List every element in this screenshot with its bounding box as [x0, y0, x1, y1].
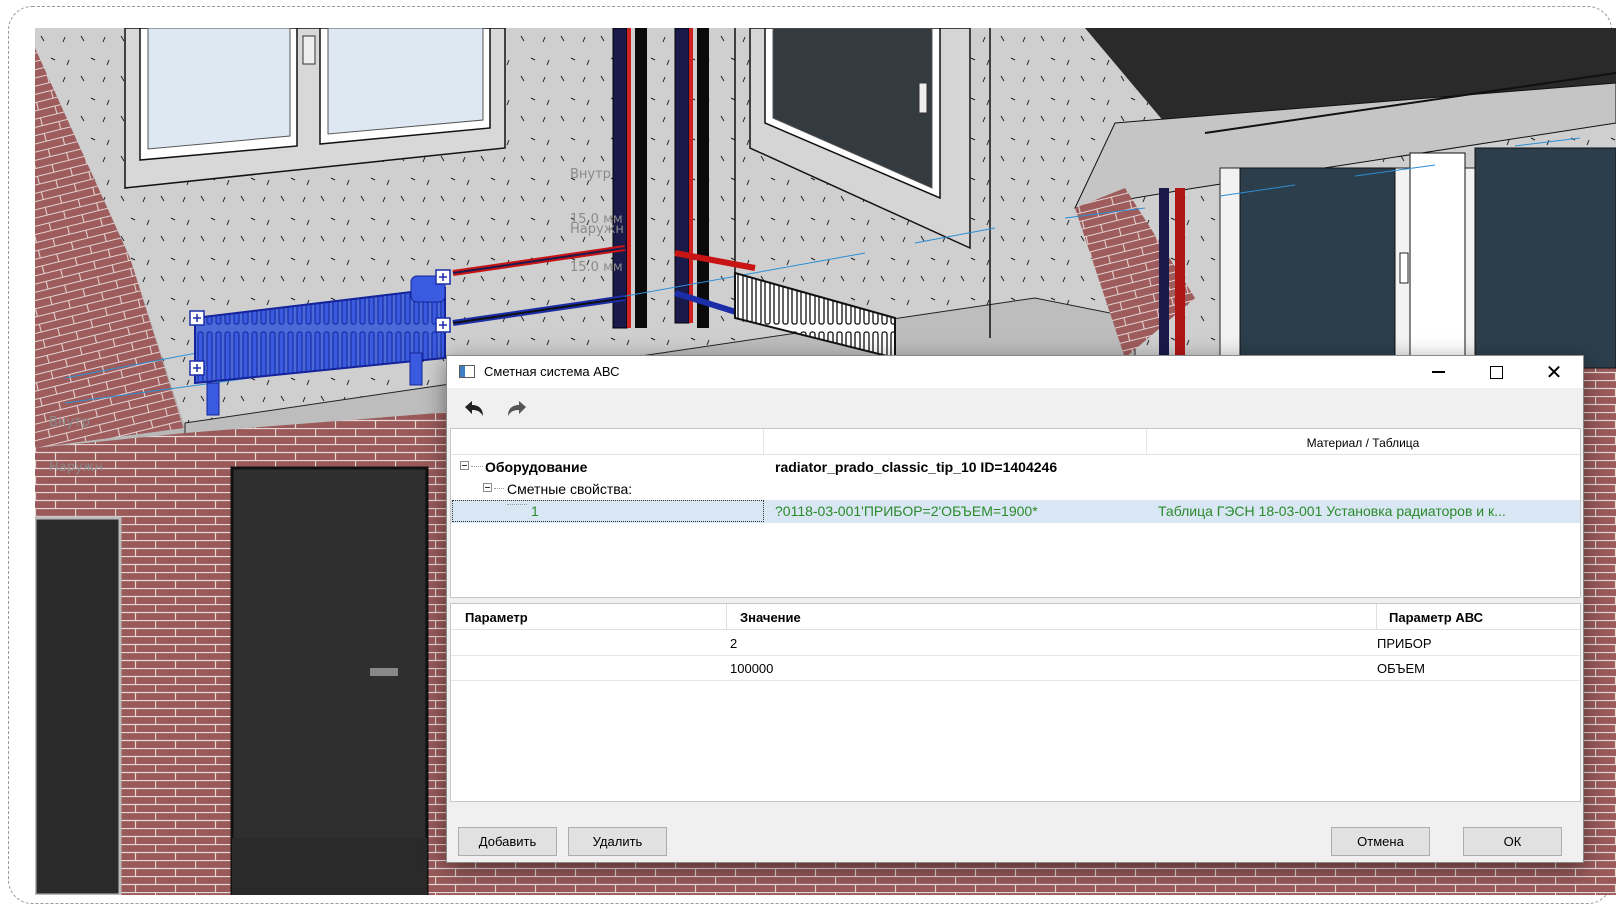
- grid-row[interactable]: 2 ПРИБОР: [451, 631, 1580, 656]
- tree-header: Материал / Таблица: [451, 429, 1580, 455]
- annotation-dim-2: 15.0 мм: [570, 260, 623, 275]
- row-index: 1: [531, 503, 539, 519]
- annotation-outer: Наружн: [570, 222, 624, 237]
- estimate-tree[interactable]: Материал / Таблица Оборудование radiator…: [450, 428, 1581, 598]
- minimize-icon: [1431, 371, 1445, 373]
- header-abc-param: Параметр АВС: [1389, 610, 1484, 625]
- annotation-inner-left: Внутр: [49, 415, 90, 430]
- equipment-value: radiator_prado_classic_tip_10 ID=1404246: [775, 459, 1058, 475]
- add-button[interactable]: Добавить: [458, 827, 557, 856]
- doors: [35, 466, 429, 895]
- undo-button[interactable]: [460, 396, 488, 422]
- undo-icon: [465, 401, 483, 416]
- focus-rect: [452, 500, 764, 522]
- cell-value[interactable]: 2: [730, 636, 737, 651]
- dialog-toolbar: [447, 388, 1583, 428]
- close-icon: ✕: [1545, 361, 1563, 384]
- cancel-button[interactable]: Отмена: [1331, 827, 1430, 856]
- close-button[interactable]: ✕: [1525, 356, 1583, 388]
- dialog-title: Сметная система АВС: [484, 364, 620, 379]
- ok-button[interactable]: ОК: [1463, 827, 1562, 856]
- collapse-icon[interactable]: [483, 483, 492, 492]
- tree-row-equipment[interactable]: Оборудование radiator_prado_classic_tip_…: [451, 456, 1580, 478]
- cell-abc-param[interactable]: ОБЪЕМ: [1377, 661, 1425, 676]
- estimate-props-label: Сметные свойства:: [507, 481, 633, 497]
- parameters-grid[interactable]: Параметр Значение Параметр АВС 2 ПРИБОР …: [450, 603, 1581, 802]
- tree-row-estimate-props[interactable]: Сметные свойства:: [451, 478, 1580, 500]
- cell-value[interactable]: 100000: [730, 661, 773, 676]
- annotation-inner: Внутр: [570, 167, 611, 182]
- equipment-label: Оборудование: [485, 459, 588, 475]
- dialog-titlebar[interactable]: Сметная система АВС ✕: [447, 356, 1583, 388]
- grid-header: Параметр Значение Параметр АВС: [451, 604, 1580, 630]
- tree-row-selected[interactable]: 1 ?0118-03-001'ПРИБОР=2'ОБЪЕМ=1900* Табл…: [451, 500, 1580, 523]
- delete-button[interactable]: Удалить: [568, 827, 667, 856]
- maximize-button[interactable]: [1467, 356, 1525, 388]
- window-right: [1159, 147, 1616, 369]
- annotation-outer-left: Наружн: [49, 460, 103, 475]
- header-value: Значение: [740, 610, 801, 625]
- grid-row[interactable]: 100000 ОБЪЕМ: [451, 656, 1580, 681]
- row-formula: ?0118-03-001'ПРИБОР=2'ОБЪЕМ=1900*: [775, 503, 1038, 519]
- redo-icon: [508, 401, 526, 416]
- maximize-icon: [1489, 365, 1503, 379]
- collapse-icon[interactable]: [460, 461, 469, 470]
- material-table-header: Материал / Таблица: [1306, 436, 1420, 450]
- row-table: Таблица ГЭСН 18-03-001 Установка радиато…: [1158, 503, 1506, 519]
- header-param: Параметр: [465, 610, 528, 625]
- cell-abc-param[interactable]: ПРИБОР: [1377, 636, 1432, 651]
- minimize-button[interactable]: [1409, 356, 1467, 388]
- abc-estimate-dialog: Сметная система АВС ✕ Материал / Таблица…: [446, 355, 1584, 863]
- window-app-icon: [459, 365, 475, 378]
- redo-button[interactable]: [503, 396, 531, 422]
